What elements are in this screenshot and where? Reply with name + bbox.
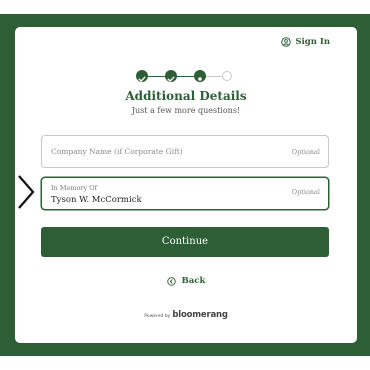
back-label: Back (181, 276, 206, 286)
progress-stepper (136, 69, 236, 85)
optional-label: Optional (291, 148, 320, 156)
company-name-placeholder: Company Name (if Corporate Gift) (51, 147, 183, 156)
powered-by-text: Powered by (144, 314, 171, 319)
sign-in-link[interactable]: Sign In (281, 37, 330, 47)
back-arrow-icon (166, 276, 176, 286)
in-memory-of-field[interactable]: In Memory Of Tyson W. McCormick Optional (41, 177, 329, 210)
user-circle-icon (281, 37, 292, 47)
step-connector (148, 75, 165, 77)
step-connector (206, 75, 222, 77)
step-2-complete (165, 70, 177, 82)
check-icon (138, 76, 146, 82)
powered-by-footer: Powered by bloomerang (15, 310, 357, 320)
form-card: Sign In Additional Details Just a few mo… (15, 27, 357, 343)
page-subtitle: Just a few more questions! (131, 106, 241, 115)
company-name-field[interactable]: Company Name (if Corporate Gift) Optiona… (41, 135, 329, 168)
sign-in-label: Sign In (295, 37, 330, 47)
step-connector (177, 75, 194, 77)
back-button[interactable]: Back (15, 276, 357, 286)
in-memory-of-label: In Memory Of (51, 184, 97, 192)
bloomerang-logo: bloomerang (172, 310, 228, 320)
step-4-pending (222, 71, 232, 81)
check-icon (167, 76, 175, 82)
page-title: Additional Details (125, 89, 247, 103)
pointer-chevron-icon (18, 175, 35, 209)
in-memory-of-value: Tyson W. McCormick (51, 195, 142, 205)
dot-icon (198, 77, 202, 81)
continue-button[interactable]: Continue (41, 227, 329, 257)
step-1-complete (136, 70, 148, 82)
step-3-current (194, 70, 206, 82)
optional-label: Optional (291, 188, 320, 196)
